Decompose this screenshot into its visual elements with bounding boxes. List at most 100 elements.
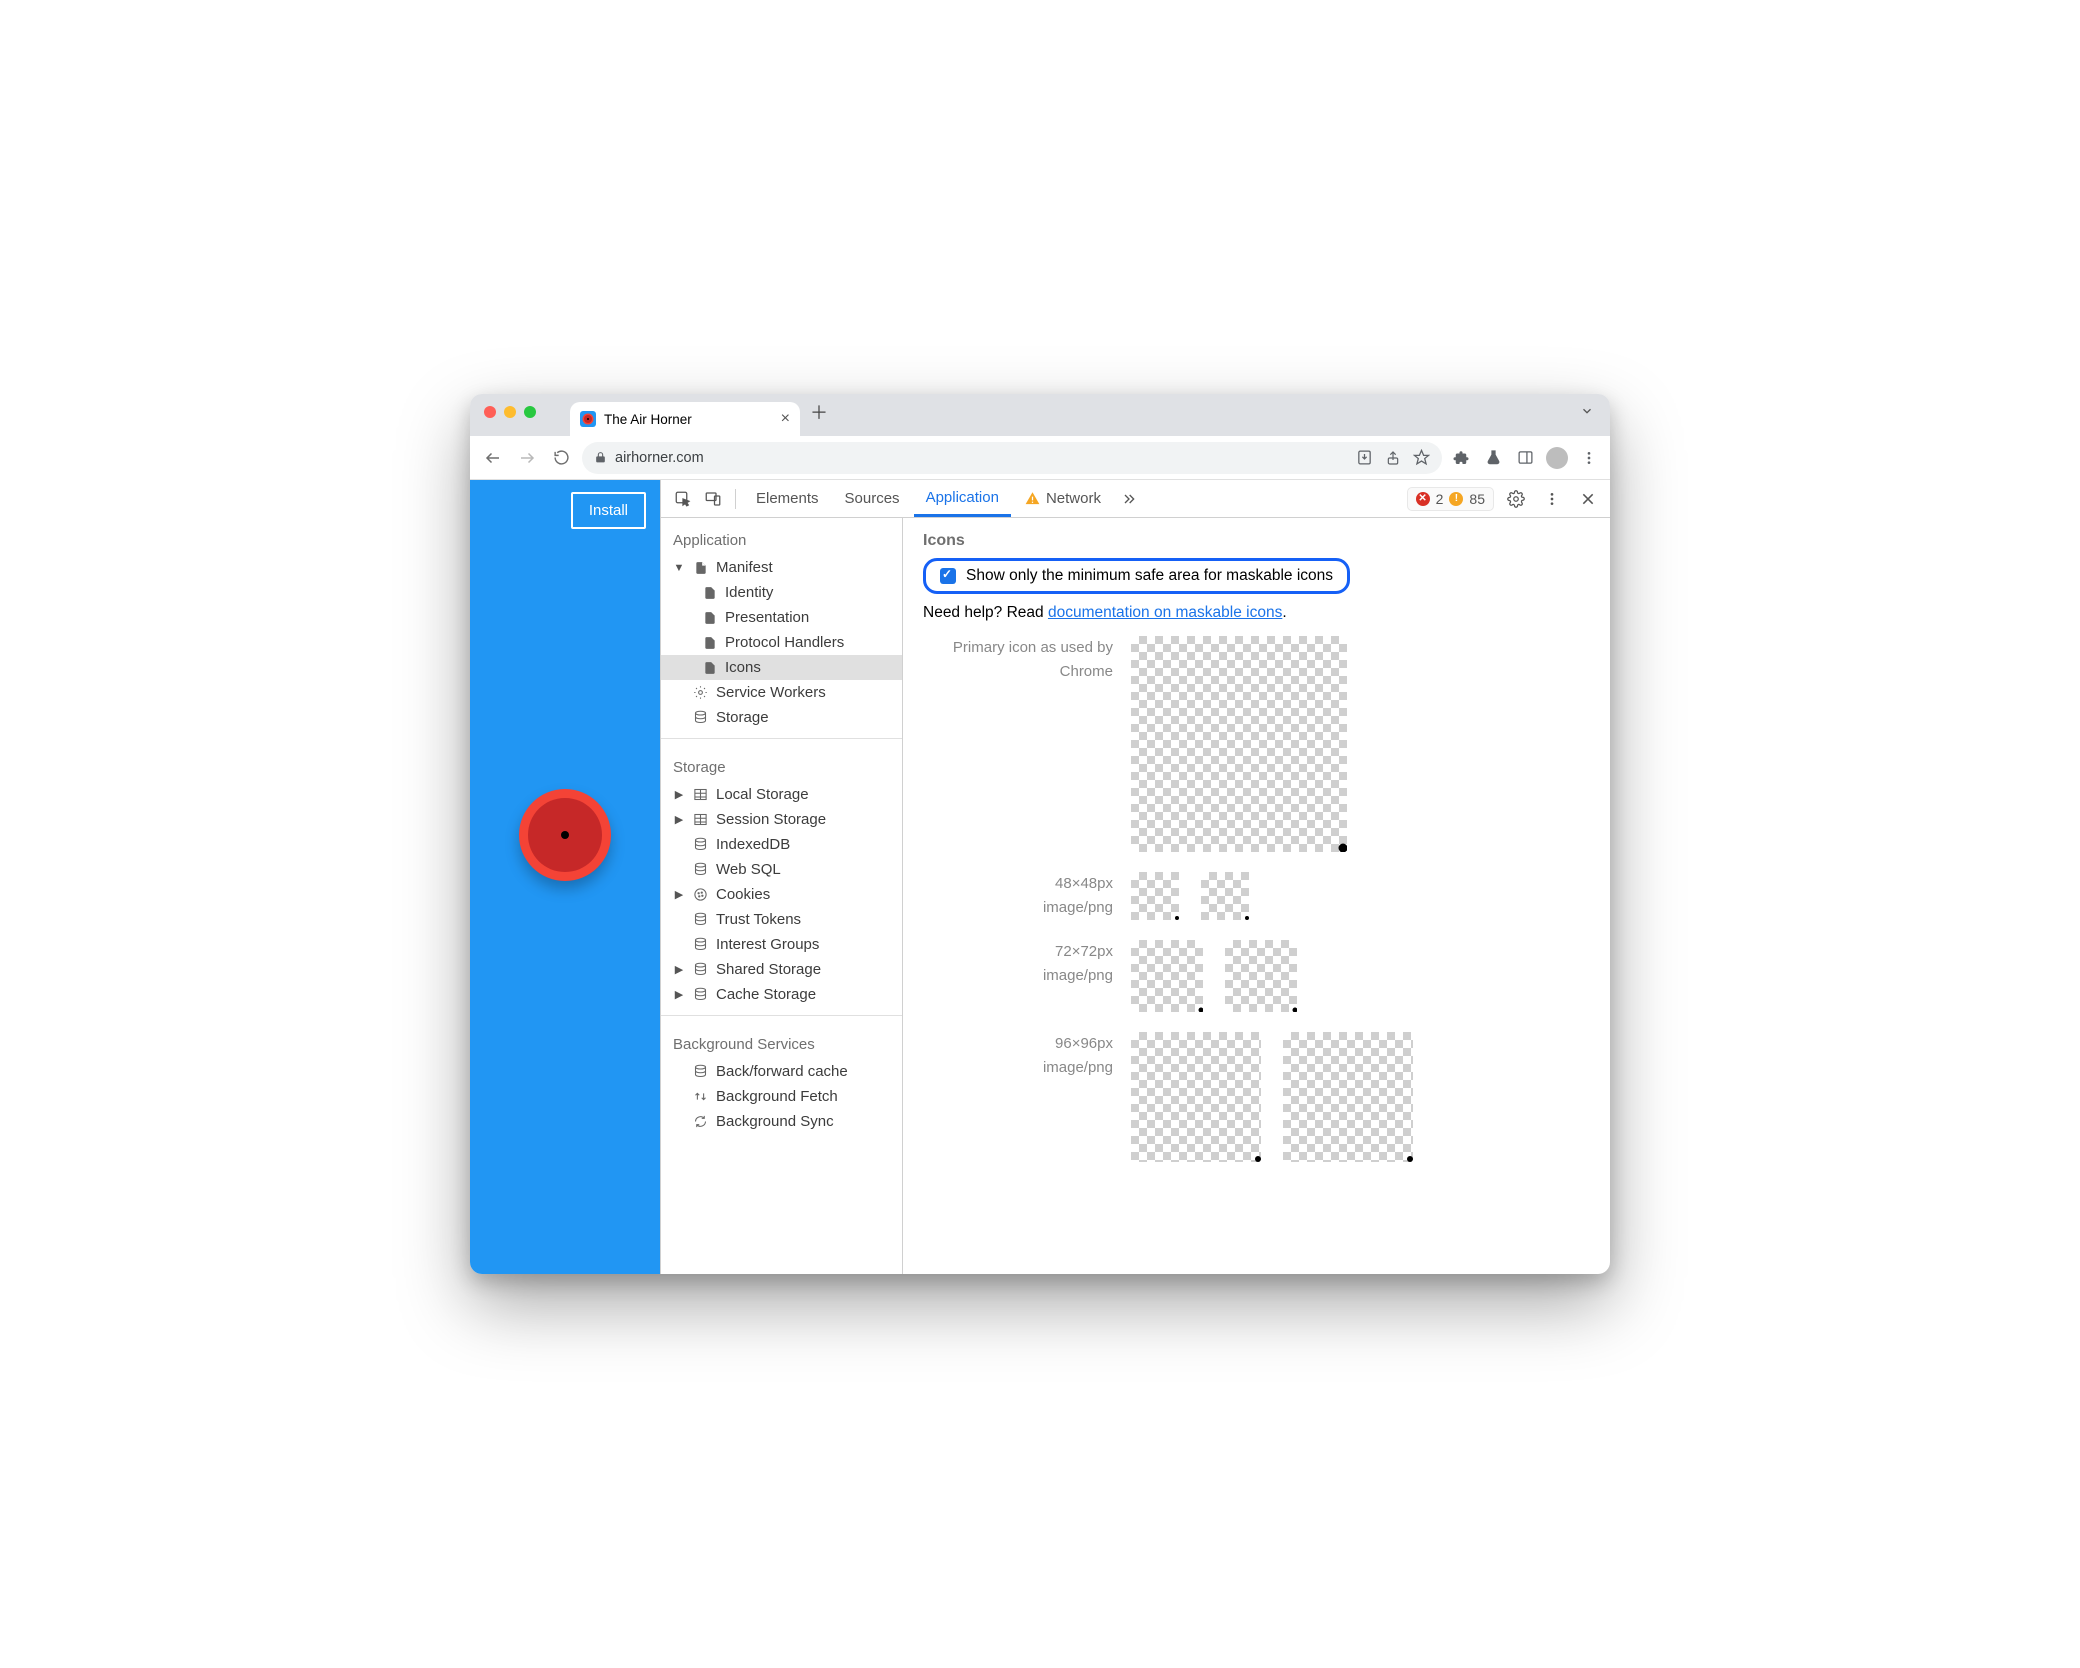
size-label: 96×96px	[1055, 1035, 1113, 1052]
nav-reload-button[interactable]	[548, 445, 574, 471]
address-bar[interactable]: airhorner.com	[582, 442, 1442, 474]
devtools-tab-application[interactable]: Application	[914, 480, 1011, 517]
icon-row-48: 48×48px image/png	[923, 872, 1590, 920]
sidebar-item-session-storage[interactable]: ▶Session Storage	[661, 807, 902, 832]
side-panel-icon[interactable]	[1514, 447, 1536, 469]
sidebar-item-manifest[interactable]: ▼ Manifest	[661, 555, 902, 580]
sidebar-section-storage: Storage	[661, 755, 902, 782]
icon-72-preview-2	[1225, 940, 1297, 1012]
page-install-button[interactable]: Install	[571, 492, 646, 529]
sidebar-section-background-services: Background Services	[661, 1032, 902, 1059]
devtools-tab-sources[interactable]: Sources	[833, 480, 912, 517]
icon-row-96: 96×96px image/png	[923, 1032, 1590, 1162]
gear-icon	[692, 685, 709, 700]
new-tab-button[interactable]: ＋	[810, 399, 828, 425]
mime-label: image/png	[923, 964, 1113, 988]
devtools-tab-network[interactable]: Network	[1013, 480, 1113, 517]
database-icon	[692, 962, 709, 977]
file-icon	[701, 636, 718, 650]
devtools-tab-elements[interactable]: Elements	[744, 480, 831, 517]
file-icon	[701, 611, 718, 625]
close-window-button[interactable]	[484, 406, 496, 418]
browser-menu-button[interactable]	[1578, 447, 1600, 469]
primary-label-2: Chrome	[923, 660, 1113, 684]
sidebar-item-icons[interactable]: Icons	[661, 655, 902, 680]
toolbar-right	[1450, 447, 1600, 469]
bookmark-star-icon[interactable]	[1413, 449, 1430, 466]
sidebar-section-application: Application	[661, 528, 902, 555]
install-pwa-icon[interactable]	[1356, 449, 1373, 466]
extensions-puzzle-icon[interactable]	[1450, 447, 1472, 469]
file-icon	[692, 561, 709, 575]
window-titlebar: The Air Horner × ＋	[470, 394, 1610, 436]
mime-label: image/png	[923, 896, 1113, 920]
error-badge-icon: ✕	[1416, 492, 1430, 506]
maskable-safe-area-label[interactable]: Show only the minimum safe area for mask…	[966, 567, 1333, 585]
file-icon	[701, 661, 718, 675]
sidebar-item-bf-cache[interactable]: ▶Back/forward cache	[661, 1059, 902, 1084]
size-label: 72×72px	[1055, 943, 1113, 960]
sidebar-item-storage-app[interactable]: ▶Storage	[661, 705, 902, 730]
table-icon	[692, 812, 709, 827]
console-issue-counts[interactable]: ✕ 2 ! 85	[1407, 487, 1494, 511]
maximize-window-button[interactable]	[524, 406, 536, 418]
sidebar-item-indexeddb[interactable]: ▶IndexedDB	[661, 832, 902, 857]
icon-96-preview-2	[1283, 1032, 1413, 1162]
sidebar-item-identity[interactable]: Identity	[661, 580, 902, 605]
window-controls	[484, 406, 536, 418]
browser-tab[interactable]: The Air Horner ×	[570, 402, 800, 436]
sidebar-item-shared-storage[interactable]: ▶Shared Storage	[661, 957, 902, 982]
nav-forward-button[interactable]	[514, 445, 540, 471]
database-icon	[692, 710, 709, 725]
profile-avatar-icon[interactable]	[1546, 447, 1568, 469]
url-text: airhorner.com	[615, 450, 704, 466]
nav-back-button[interactable]	[480, 445, 506, 471]
devtools-settings-gear-icon[interactable]	[1502, 485, 1530, 513]
help-text: Need help? Read documentation on maskabl…	[923, 604, 1590, 622]
sidebar-item-service-workers[interactable]: ▶Service Workers	[661, 680, 902, 705]
panel-title: Icons	[923, 532, 1590, 550]
sidebar-item-interest-groups[interactable]: ▶Interest Groups	[661, 932, 902, 957]
page-viewport: Install	[470, 480, 660, 1274]
sidebar-item-cache-storage[interactable]: ▶Cache Storage	[661, 982, 902, 1007]
maskable-safe-area-checkbox[interactable]	[940, 568, 956, 584]
airhorner-favicon-icon	[580, 411, 596, 427]
content-area: Install Elements Sources Application	[470, 480, 1610, 1274]
airhorn-graphic[interactable]	[519, 789, 611, 881]
labs-flask-icon[interactable]	[1482, 447, 1504, 469]
browser-toolbar: airhorner.com	[470, 436, 1610, 480]
icon-row-primary: Primary icon as used by Chrome	[923, 636, 1590, 852]
database-icon	[692, 912, 709, 927]
icon-96-preview-1	[1131, 1032, 1261, 1162]
icons-panel: Icons Show only the minimum safe area fo…	[903, 518, 1610, 1274]
minimize-window-button[interactable]	[504, 406, 516, 418]
sidebar-item-trust-tokens[interactable]: ▶Trust Tokens	[661, 907, 902, 932]
inspect-element-icon[interactable]	[669, 485, 697, 513]
sidebar-item-presentation[interactable]: Presentation	[661, 605, 902, 630]
size-label: 48×48px	[1055, 875, 1113, 892]
sidebar-item-cookies[interactable]: ▶Cookies	[661, 882, 902, 907]
maskable-docs-link[interactable]: documentation on maskable icons	[1048, 604, 1282, 621]
devtools-tabs-overflow[interactable]	[1115, 485, 1143, 513]
sidebar-item-protocol-handlers[interactable]: Protocol Handlers	[661, 630, 902, 655]
table-icon	[692, 787, 709, 802]
sidebar-item-bg-fetch[interactable]: ▶Background Fetch	[661, 1084, 902, 1109]
devtools-close-button[interactable]	[1574, 485, 1602, 513]
tabs-overflow-button[interactable]	[1580, 404, 1594, 418]
sidebar-item-local-storage[interactable]: ▶Local Storage	[661, 782, 902, 807]
sync-icon	[692, 1114, 709, 1129]
separator	[735, 489, 736, 509]
file-icon	[701, 586, 718, 600]
share-icon[interactable]	[1385, 450, 1401, 466]
sidebar-item-bg-sync[interactable]: ▶Background Sync	[661, 1109, 902, 1134]
transfer-icon	[692, 1089, 709, 1104]
maskable-safe-area-option: Show only the minimum safe area for mask…	[923, 558, 1350, 594]
icon-48-preview-1	[1131, 872, 1179, 920]
database-icon	[692, 987, 709, 1002]
devtools-tabbar: Elements Sources Application Network ✕ 2	[661, 480, 1610, 518]
icon-72-preview-1	[1131, 940, 1203, 1012]
tab-close-button[interactable]: ×	[781, 410, 790, 428]
device-toggle-icon[interactable]	[699, 485, 727, 513]
sidebar-item-web-sql[interactable]: ▶Web SQL	[661, 857, 902, 882]
devtools-menu-button[interactable]	[1538, 485, 1566, 513]
